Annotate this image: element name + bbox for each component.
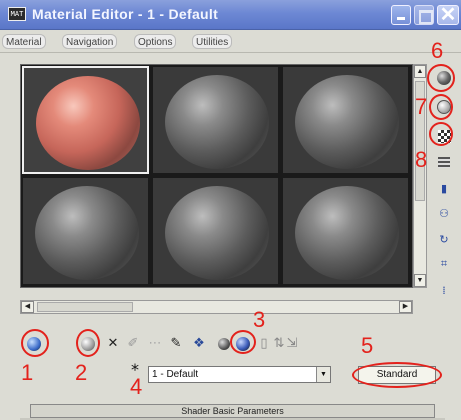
sample-slot-6[interactable] bbox=[282, 177, 409, 285]
menu-bar: Material Navigation Options Utilities bbox=[0, 31, 461, 53]
chevron-down-icon[interactable]: ▼ bbox=[316, 367, 330, 382]
material-navigator-button[interactable]: ⁞ bbox=[434, 280, 454, 300]
title-bar: MAT Material Editor - 1 - Default ✕ bbox=[0, 0, 461, 30]
material-name-text: 1 - Default bbox=[152, 369, 199, 380]
annotation-number-6: 6 bbox=[431, 38, 444, 63]
sample-slot-2[interactable] bbox=[152, 66, 279, 174]
options-button[interactable]: ↻ bbox=[434, 229, 454, 249]
material-sphere bbox=[165, 186, 269, 280]
tiling-icon bbox=[438, 156, 450, 168]
annotation-ring-6 bbox=[427, 64, 455, 92]
go-forward-sibling-icon[interactable]: ⇅ bbox=[273, 336, 285, 352]
annotation-number-8: 8 bbox=[415, 147, 428, 172]
menu-navigation[interactable]: Navigation bbox=[62, 34, 118, 49]
close-button[interactable]: ✕ bbox=[437, 5, 459, 25]
annotation-ring-1 bbox=[21, 329, 49, 357]
options-icon: ↻ bbox=[439, 232, 449, 246]
annotation-number-3: 3 bbox=[253, 307, 266, 332]
app-icon: MAT bbox=[8, 7, 26, 21]
annotation-number-4: 4 bbox=[130, 374, 143, 399]
scroll-left-button[interactable]: ◀ bbox=[21, 301, 34, 313]
material-sphere bbox=[36, 76, 140, 170]
material-sphere bbox=[295, 75, 399, 169]
show-map-icon[interactable] bbox=[218, 338, 230, 350]
sample-uv-tiling-button[interactable] bbox=[434, 152, 454, 172]
sample-slot-4[interactable] bbox=[22, 177, 149, 285]
maximize-button[interactable] bbox=[414, 5, 434, 25]
window-title: Material Editor - 1 - Default bbox=[32, 6, 219, 22]
preview-icon: ⚇ bbox=[439, 206, 449, 220]
shader-basic-parameters-rollout[interactable]: Shader Basic Parameters bbox=[30, 404, 435, 418]
material-sphere bbox=[295, 186, 399, 280]
video-color-check-button[interactable]: ▮ bbox=[434, 178, 454, 198]
select-by-material-button[interactable]: ⌗ bbox=[434, 254, 454, 274]
reset-map-icon[interactable]: ✕ bbox=[106, 336, 120, 352]
annotation-ring-2 bbox=[76, 329, 100, 357]
navigator-icon: ⁞ bbox=[442, 283, 446, 297]
sample-slots bbox=[20, 64, 413, 288]
pick-from-object-icon[interactable]: ⇲ bbox=[286, 336, 298, 352]
annotation-ring-7 bbox=[429, 94, 453, 120]
scroll-thumb[interactable] bbox=[37, 302, 133, 312]
material-id-icon[interactable]: ❖ bbox=[192, 336, 206, 352]
material-sphere bbox=[35, 186, 139, 280]
annotation-ring-8 bbox=[429, 122, 453, 146]
sample-slot-1[interactable] bbox=[22, 66, 149, 174]
annotation-number-7: 7 bbox=[415, 94, 428, 119]
scroll-down-button[interactable]: ▼ bbox=[414, 274, 426, 287]
sample-slot-5[interactable] bbox=[152, 177, 279, 285]
scroll-up-button[interactable]: ▲ bbox=[414, 65, 426, 78]
make-copy-icon[interactable]: ✐ bbox=[126, 336, 140, 352]
go-to-parent-icon[interactable]: ▯ bbox=[258, 336, 270, 352]
material-name-field[interactable]: 1 - Default ▼ bbox=[148, 366, 331, 383]
annotation-number-2: 2 bbox=[75, 360, 88, 385]
make-unique-icon[interactable]: ⋯ bbox=[146, 336, 164, 352]
annotation-ring-3 bbox=[230, 330, 256, 354]
sample-slot-3[interactable] bbox=[282, 66, 409, 174]
material-sphere bbox=[165, 75, 269, 169]
annotation-number-5: 5 bbox=[361, 333, 374, 358]
make-preview-button[interactable]: ⚇ bbox=[434, 203, 454, 223]
menu-options[interactable]: Options bbox=[134, 34, 177, 49]
video-check-icon: ▮ bbox=[440, 181, 448, 195]
menu-utilities[interactable]: Utilities bbox=[192, 34, 233, 49]
put-to-library-icon[interactable]: ✎ bbox=[168, 336, 184, 352]
annotation-ring-5 bbox=[352, 362, 442, 388]
minimize-button[interactable] bbox=[391, 5, 411, 25]
annotation-number-1: 1 bbox=[21, 360, 34, 385]
select-icon: ⌗ bbox=[440, 257, 448, 270]
menu-material[interactable]: Material bbox=[2, 34, 46, 49]
scroll-right-button[interactable]: ▶ bbox=[399, 301, 412, 313]
slots-horizontal-scrollbar[interactable]: ◀ ▶ bbox=[20, 300, 413, 314]
